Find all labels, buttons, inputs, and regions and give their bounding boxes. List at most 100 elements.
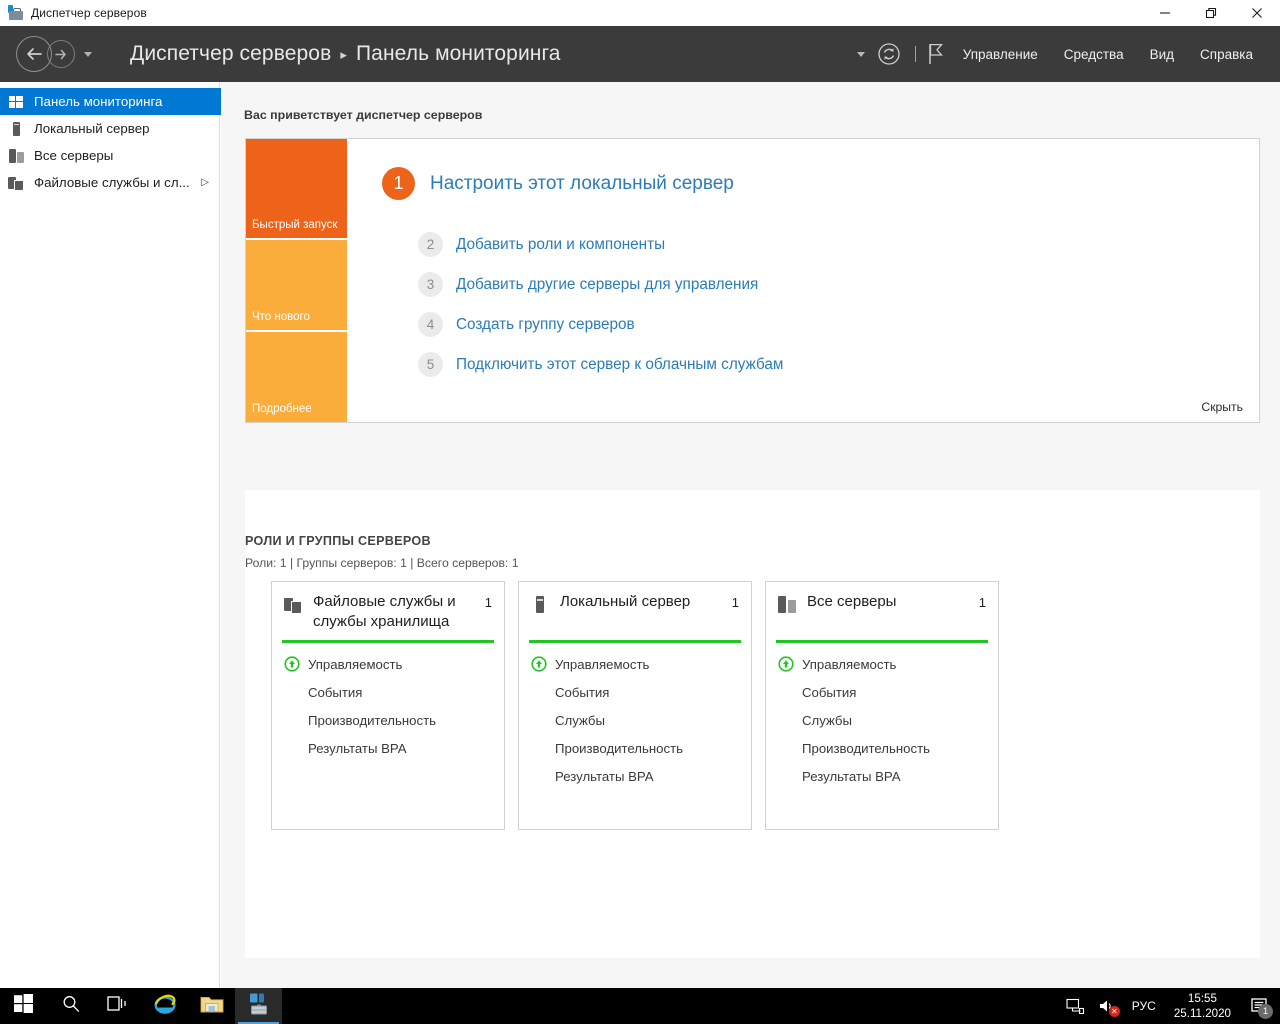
task-view-icon: [107, 995, 128, 1018]
role-card-local-server[interactable]: Локальный сервер 1 Управляемость События…: [518, 581, 752, 830]
expand-chevron-right-icon[interactable]: ▷: [201, 177, 209, 188]
card-title: Файловые службы и службы хранилища: [313, 593, 456, 630]
card-row[interactable]: Результаты BPA: [519, 762, 751, 790]
card-rows: Управляемость События Службы Производите…: [519, 643, 751, 800]
tile-quick-start[interactable]: Быстрый запуск: [246, 139, 347, 238]
search-button[interactable]: [47, 988, 94, 1024]
card-row-label: Результаты BPA: [555, 768, 654, 784]
card-row[interactable]: Службы: [766, 706, 998, 734]
card-count: 1: [978, 595, 986, 610]
quick-start-link[interactable]: Добавить другие серверы для управления: [456, 276, 758, 294]
sidebar-item-label: Локальный сервер: [34, 121, 150, 136]
card-row[interactable]: Службы: [519, 706, 751, 734]
start-button[interactable]: [0, 988, 47, 1024]
card-row[interactable]: Производительность: [766, 734, 998, 762]
task-view-button[interactable]: [94, 988, 141, 1024]
card-row-label: Управляемость: [802, 656, 897, 672]
header-toolbar: Управление Средства Вид Справка: [856, 26, 1280, 82]
quick-start-item-4[interactable]: 4 Создать группу серверов: [418, 312, 635, 337]
card-row[interactable]: Результаты BPA: [766, 762, 998, 790]
file-explorer-button[interactable]: [188, 988, 235, 1024]
notification-icon[interactable]: 1: [1243, 988, 1276, 1024]
menu-item-view[interactable]: Вид: [1137, 41, 1187, 68]
tile-learn-more[interactable]: Подробнее: [246, 332, 347, 422]
tile-label: Быстрый запуск: [252, 219, 338, 231]
quick-start-item-5[interactable]: 5 Подключить этот сервер к облачным служ…: [418, 352, 783, 377]
card-row[interactable]: События: [766, 678, 998, 706]
card-title: Локальный сервер: [560, 593, 691, 610]
card-row[interactable]: Управляемость: [766, 650, 998, 678]
card-row[interactable]: Производительность: [272, 706, 504, 734]
card-row[interactable]: Управляемость: [272, 650, 504, 678]
menu-item-tools[interactable]: Средства: [1051, 41, 1137, 68]
card-row[interactable]: Управляемость: [519, 650, 751, 678]
quick-start-item-2[interactable]: 2 Добавить роли и компоненты: [418, 232, 665, 257]
card-row-label: Производительность: [802, 740, 930, 756]
step-number: 5: [418, 352, 443, 377]
welcome-panel: Быстрый запуск Что нового Подробнее 1 На…: [245, 138, 1260, 423]
role-card-all-servers[interactable]: Все серверы 1 Управляемость События Служ…: [765, 581, 999, 830]
status-placeholder-icon: [778, 712, 794, 728]
internet-explorer-button[interactable]: [141, 988, 188, 1024]
server-manager-window: Диспетчер серверов Диспетчер серверов ▸ …: [0, 0, 1280, 1024]
breadcrumb: Диспетчер серверов ▸ Панель мониторинга: [130, 42, 561, 66]
sidebar-item-dashboard[interactable]: Панель мониторинга: [0, 88, 227, 115]
language-indicator[interactable]: РУС: [1122, 999, 1166, 1013]
hide-link[interactable]: Скрыть: [1201, 400, 1243, 414]
file-services-icon: [284, 596, 303, 614]
status-placeholder-icon: [778, 684, 794, 700]
clock[interactable]: 15:55 25.11.2020: [1166, 991, 1243, 1021]
sidebar-item-label: Все серверы: [34, 148, 114, 163]
card-row[interactable]: События: [519, 678, 751, 706]
network-icon[interactable]: [1059, 988, 1091, 1024]
quick-start-link[interactable]: Создать группу серверов: [456, 316, 635, 334]
restore-icon[interactable]: [1188, 0, 1234, 26]
role-card-file-services[interactable]: Файловые службы и службы хранилища 1 Упр…: [271, 581, 505, 830]
quick-start-link[interactable]: Подключить этот сервер к облачным служба…: [456, 356, 783, 374]
window-title-bar: Диспетчер серверов: [0, 0, 1280, 26]
tile-strip: Быстрый запуск Что нового Подробнее: [246, 139, 347, 422]
sidebar-item-file-services[interactable]: Файловые службы и сл... ▷: [0, 169, 219, 196]
card-row-label: Службы: [555, 712, 605, 728]
card-rows: Управляемость События Производительность: [272, 643, 504, 772]
quick-start-link[interactable]: Настроить этот локальный сервер: [430, 173, 734, 195]
quick-start-item-3[interactable]: 3 Добавить другие серверы для управления: [418, 272, 758, 297]
menu-item-manage[interactable]: Управление: [950, 41, 1051, 68]
sidebar-item-local-server[interactable]: Локальный сервер: [0, 115, 219, 142]
server-manager-icon: [247, 992, 271, 1021]
quick-start-list: 1 Настроить этот локальный сервер 2 Доба…: [347, 139, 1259, 422]
refresh-icon[interactable]: [877, 42, 901, 66]
mute-badge: ✕: [1108, 1006, 1120, 1017]
card-count: 1: [484, 595, 492, 610]
sidebar-item-all-servers[interactable]: Все серверы: [0, 142, 219, 169]
server-icon: [8, 121, 25, 137]
step-number: 4: [418, 312, 443, 337]
card-row[interactable]: События: [272, 678, 504, 706]
minimize-icon[interactable]: [1142, 0, 1188, 26]
tile-whats-new[interactable]: Что нового: [246, 240, 347, 330]
step-number: 2: [418, 232, 443, 257]
card-row-label: Результаты BPA: [802, 768, 901, 784]
forward-arrow-icon[interactable]: [47, 40, 75, 68]
status-placeholder-icon: [284, 740, 300, 756]
toolbar-chevron-down-icon[interactable]: [856, 51, 865, 57]
flag-icon[interactable]: [926, 42, 946, 66]
close-icon[interactable]: [1234, 0, 1280, 26]
roles-card-list: Файловые службы и службы хранилища 1 Упр…: [271, 581, 999, 830]
notification-count-badge: 1: [1258, 1004, 1273, 1019]
sidebar-item-label: Панель мониторинга: [34, 94, 163, 109]
app-header: Диспетчер серверов ▸ Панель мониторинга: [0, 26, 1280, 82]
quick-start-link[interactable]: Добавить роли и компоненты: [456, 236, 665, 254]
history-chevron-down-icon[interactable]: [84, 51, 92, 57]
card-row-label: Управляемость: [555, 656, 650, 672]
internet-explorer-icon: [153, 992, 177, 1021]
server-manager-button[interactable]: [235, 988, 282, 1024]
card-row[interactable]: Производительность: [519, 734, 751, 762]
step-number: 1: [382, 167, 415, 200]
quick-start-item-1[interactable]: 1 Настроить этот локальный сервер: [382, 167, 734, 200]
menu-item-help[interactable]: Справка: [1187, 41, 1266, 68]
header-menu: Управление Средства Вид Справка: [950, 41, 1266, 68]
volume-muted-icon[interactable]: ✕: [1091, 988, 1122, 1024]
breadcrumb-root[interactable]: Диспетчер серверов: [130, 42, 331, 66]
card-row[interactable]: Результаты BPA: [272, 734, 504, 762]
